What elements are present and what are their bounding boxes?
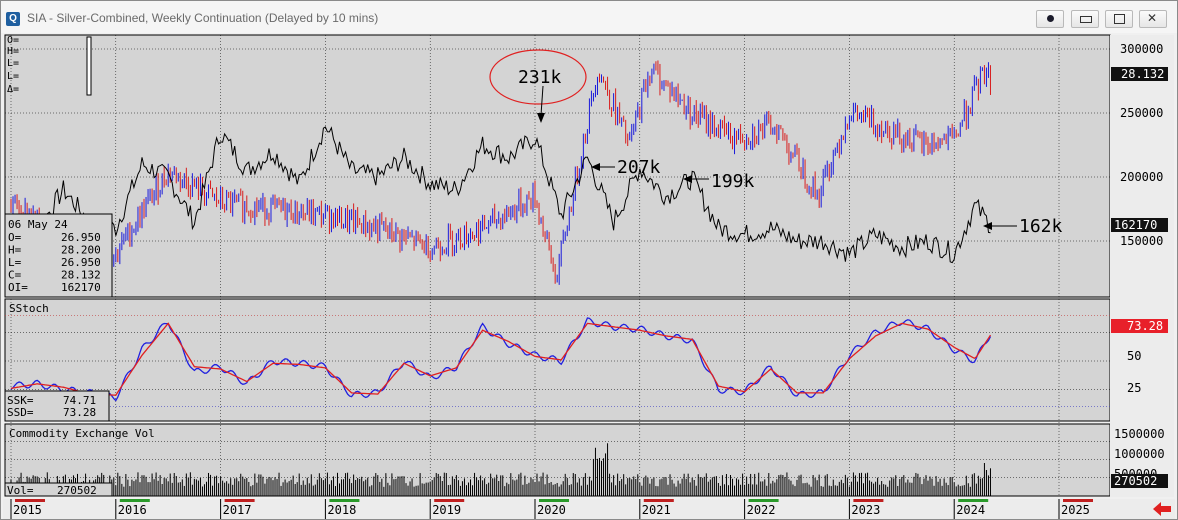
- vol-tick-1500000: 1500000: [1114, 427, 1165, 441]
- time-axis-label: 2022: [747, 503, 776, 517]
- title-bar[interactable]: Q SIA - Silver-Combined, Weekly Continua…: [1, 1, 1177, 33]
- close-icon: ✕: [1147, 11, 1158, 25]
- readout-delta: Δ=: [7, 84, 19, 95]
- time-axis-label: 2024: [956, 503, 985, 517]
- restore-icon: [1114, 14, 1125, 24]
- time-axis-label: 2016: [118, 503, 147, 517]
- last-oi-value: 162170: [1114, 218, 1157, 232]
- time-axis-label: 2021: [642, 503, 671, 517]
- info-label: OI=: [8, 281, 28, 294]
- vol-tick-1000000: 1000000: [1114, 447, 1165, 461]
- info-label: H=: [8, 244, 22, 257]
- readout-high: H=: [7, 46, 19, 57]
- time-axis-stripe: [329, 499, 360, 502]
- time-axis-stripe: [15, 499, 45, 502]
- vol-value: 270502: [57, 484, 97, 497]
- annotation-162k: 162k: [1019, 216, 1063, 237]
- time-axis-stripe: [434, 499, 465, 502]
- ssd-value: 73.28: [63, 406, 96, 419]
- readout-low: L=: [7, 58, 19, 69]
- stoch-value: 73.28: [1127, 319, 1163, 333]
- chart-area[interactable]: O= H= L= L= Δ= 06 May 24 O= 26.950 H= 28.20…: [3, 33, 1175, 519]
- vol-label: Vol=: [7, 484, 34, 497]
- time-axis-stripe: [748, 499, 779, 502]
- record-icon[interactable]: [1036, 10, 1064, 28]
- time-axis-stripe: [643, 499, 674, 502]
- info-label: O=: [8, 231, 22, 244]
- time-axis-label: 2025: [1061, 503, 1090, 517]
- minimize-icon: [1080, 16, 1092, 23]
- readout-open: O=: [7, 35, 19, 46]
- volume-title: Commodity Exchange Vol: [9, 427, 155, 440]
- time-axis-label: 2023: [851, 503, 880, 517]
- restore-button[interactable]: [1105, 10, 1133, 28]
- price-tick-200000: 200000: [1120, 170, 1163, 184]
- time-axis-label: 2018: [327, 503, 356, 517]
- info-value: 28.200: [61, 244, 101, 257]
- volume-value: 270502: [1114, 474, 1157, 488]
- time-axis-label: 2017: [223, 503, 252, 517]
- info-value: 28.132: [61, 269, 101, 282]
- price-tick-300000: 300000: [1120, 42, 1163, 56]
- close-button[interactable]: ✕: [1139, 10, 1167, 28]
- annotation-231k: 231k: [518, 67, 562, 88]
- window-title: SIA - Silver-Combined, Weekly Continuati…: [27, 11, 379, 25]
- last-price-value: 28.132: [1121, 67, 1164, 81]
- readout-low2: L=: [7, 71, 19, 82]
- stoch-tick-25: 25: [1127, 381, 1141, 395]
- info-label: C=: [8, 269, 22, 282]
- ssd-label: SSD=: [7, 406, 34, 419]
- info-date: 06 May 24: [8, 218, 68, 231]
- chart-window: Q SIA - Silver-Combined, Weekly Continua…: [0, 0, 1178, 520]
- minimize-button[interactable]: [1071, 10, 1099, 28]
- info-value: 26.950: [61, 256, 101, 269]
- time-axis-label: 2019: [432, 503, 461, 517]
- info-value: 162170: [61, 281, 101, 294]
- stoch-tick-50: 50: [1127, 349, 1141, 363]
- time-axis-stripe: [119, 499, 150, 502]
- info-label: L=: [8, 256, 22, 269]
- time-axis-stripe: [1063, 499, 1093, 502]
- scroll-handle[interactable]: [86, 36, 92, 96]
- time-axis-label: 2015: [13, 503, 42, 517]
- price-tick-250000: 250000: [1120, 106, 1163, 120]
- time-axis-stripe: [539, 499, 569, 502]
- time-axis-stripe: [853, 499, 884, 502]
- price-tick-150000: 150000: [1120, 234, 1163, 248]
- info-box: 06 May 24 O= 26.950 H= 28.200 L= 26.950 C= 28.1…: [4, 213, 113, 298]
- time-axis-area: [3, 499, 1175, 519]
- time-axis-label: 2020: [537, 503, 566, 517]
- time-axis-stripe: [224, 499, 255, 502]
- annotation-207k: 207k: [617, 157, 661, 178]
- chart-app-icon: Q: [6, 12, 20, 26]
- time-axis-stripe: [958, 499, 989, 502]
- annotation-199k: 199k: [711, 171, 755, 192]
- stoch-title: SStoch: [9, 302, 49, 315]
- info-value: 26.950: [61, 231, 101, 244]
